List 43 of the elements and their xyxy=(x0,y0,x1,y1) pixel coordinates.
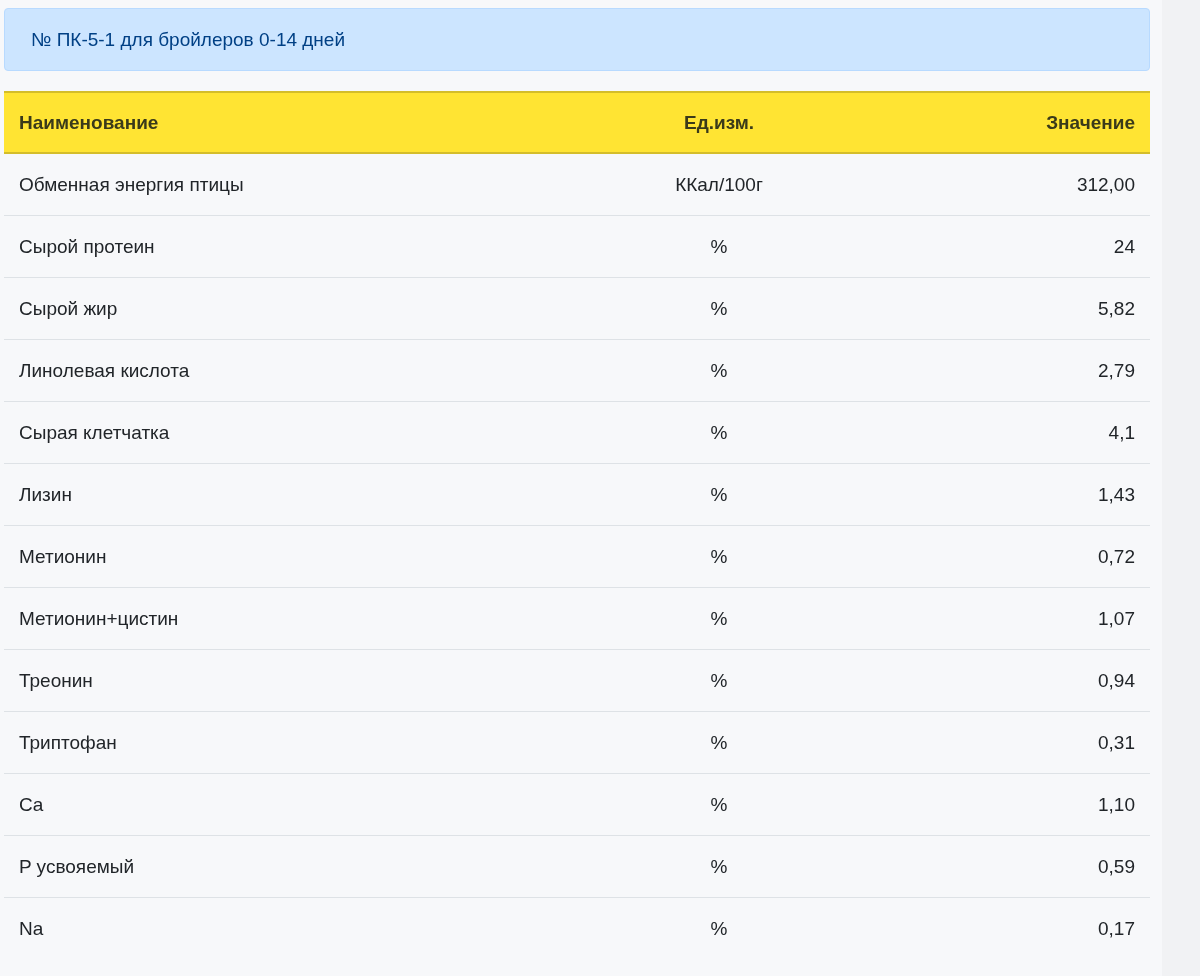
table-cell-text: Триптофан xyxy=(18,731,118,754)
table-cell-text: % xyxy=(709,297,729,320)
table-cell-text: % xyxy=(709,855,729,878)
table-cell-text: 0,17 xyxy=(1097,917,1136,940)
table-cell-text: 0,59 xyxy=(1097,855,1136,878)
table-cell-text: Линолевая кислота xyxy=(18,359,191,382)
table-cell-text: 0,94 xyxy=(1097,669,1136,692)
table-cell-text: % xyxy=(709,421,729,444)
table-cell-text: 0,31 xyxy=(1097,731,1136,754)
table-cell-text: 1,07 xyxy=(1097,607,1136,630)
table-cell-text: Лизин xyxy=(18,483,73,506)
table-cell-text: ККал/100г xyxy=(674,173,764,196)
table-cell-text: 24 xyxy=(1112,235,1136,258)
table-cell-text: % xyxy=(709,917,729,940)
table-cell-text: Сырой протеин xyxy=(18,235,156,258)
table-cell-text: Ca xyxy=(18,793,45,816)
column-header: Значение xyxy=(1045,111,1136,134)
table-cell-text: % xyxy=(709,607,729,630)
table-cell-text: Метионин+цистин xyxy=(18,607,180,630)
table-cell-text: % xyxy=(709,731,729,754)
table-cell-text: Na xyxy=(18,917,45,940)
table-cell-text: Метионин xyxy=(18,545,108,568)
table-cell-text: 2,79 xyxy=(1097,359,1136,382)
table-cell-text: % xyxy=(709,545,729,568)
table-cell-text: 0,72 xyxy=(1097,545,1136,568)
banner-title: № ПК-5-1 для бройлеров 0-14 дней xyxy=(31,28,346,51)
table-cell-text: % xyxy=(709,483,729,506)
table-cell-text: Сырая клетчатка xyxy=(18,421,171,444)
table-cell-text: 1,43 xyxy=(1097,483,1136,506)
column-header: Ед.изм. xyxy=(683,111,755,134)
table-cell-text: 4,1 xyxy=(1107,421,1136,444)
table-cell-text: % xyxy=(709,359,729,382)
table-cell-text: % xyxy=(709,235,729,258)
table-cell-text: % xyxy=(709,669,729,692)
table-cell-text: % xyxy=(709,793,729,816)
table-cell-text: P усвояемый xyxy=(18,855,136,878)
table-cell-text: 5,82 xyxy=(1097,297,1136,320)
table-cell-text: 1,10 xyxy=(1097,793,1136,816)
table-cell-text: Треонин xyxy=(18,669,94,692)
column-header: Наименование xyxy=(18,111,160,134)
table-cell-text: Сырой жир xyxy=(18,297,119,320)
table-cell-text: 312,00 xyxy=(1075,173,1136,196)
table-cell-text: Обменная энергия птицы xyxy=(18,173,245,196)
